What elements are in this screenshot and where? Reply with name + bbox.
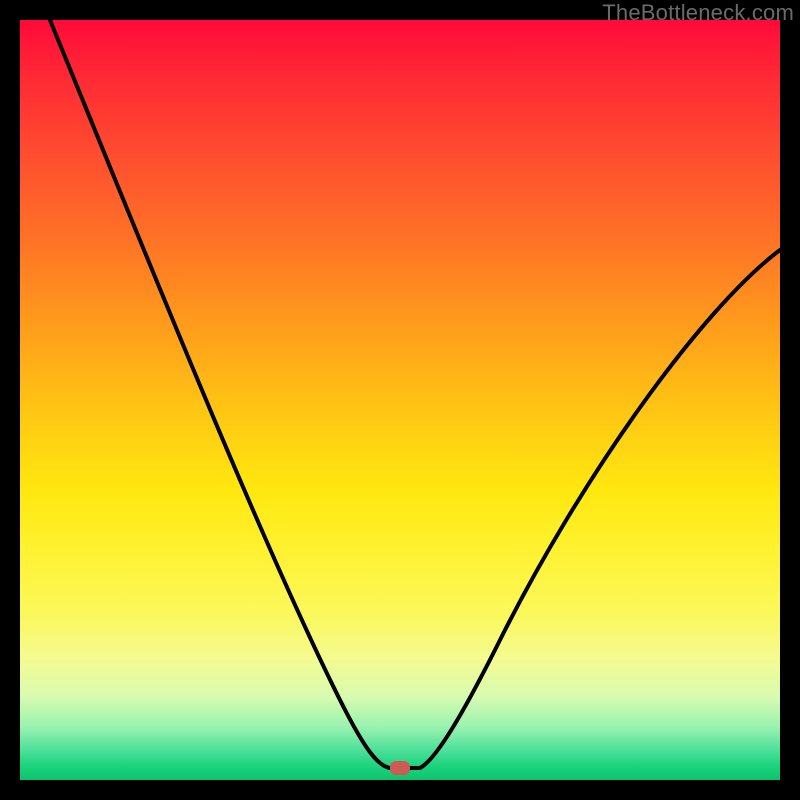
curve-path <box>50 20 780 768</box>
bottleneck-curve <box>20 20 780 780</box>
chart-frame: TheBottleneck.com <box>0 0 800 800</box>
watermark-text: TheBottleneck.com <box>602 0 794 26</box>
plot-area <box>20 20 780 780</box>
optimal-marker <box>390 761 410 775</box>
